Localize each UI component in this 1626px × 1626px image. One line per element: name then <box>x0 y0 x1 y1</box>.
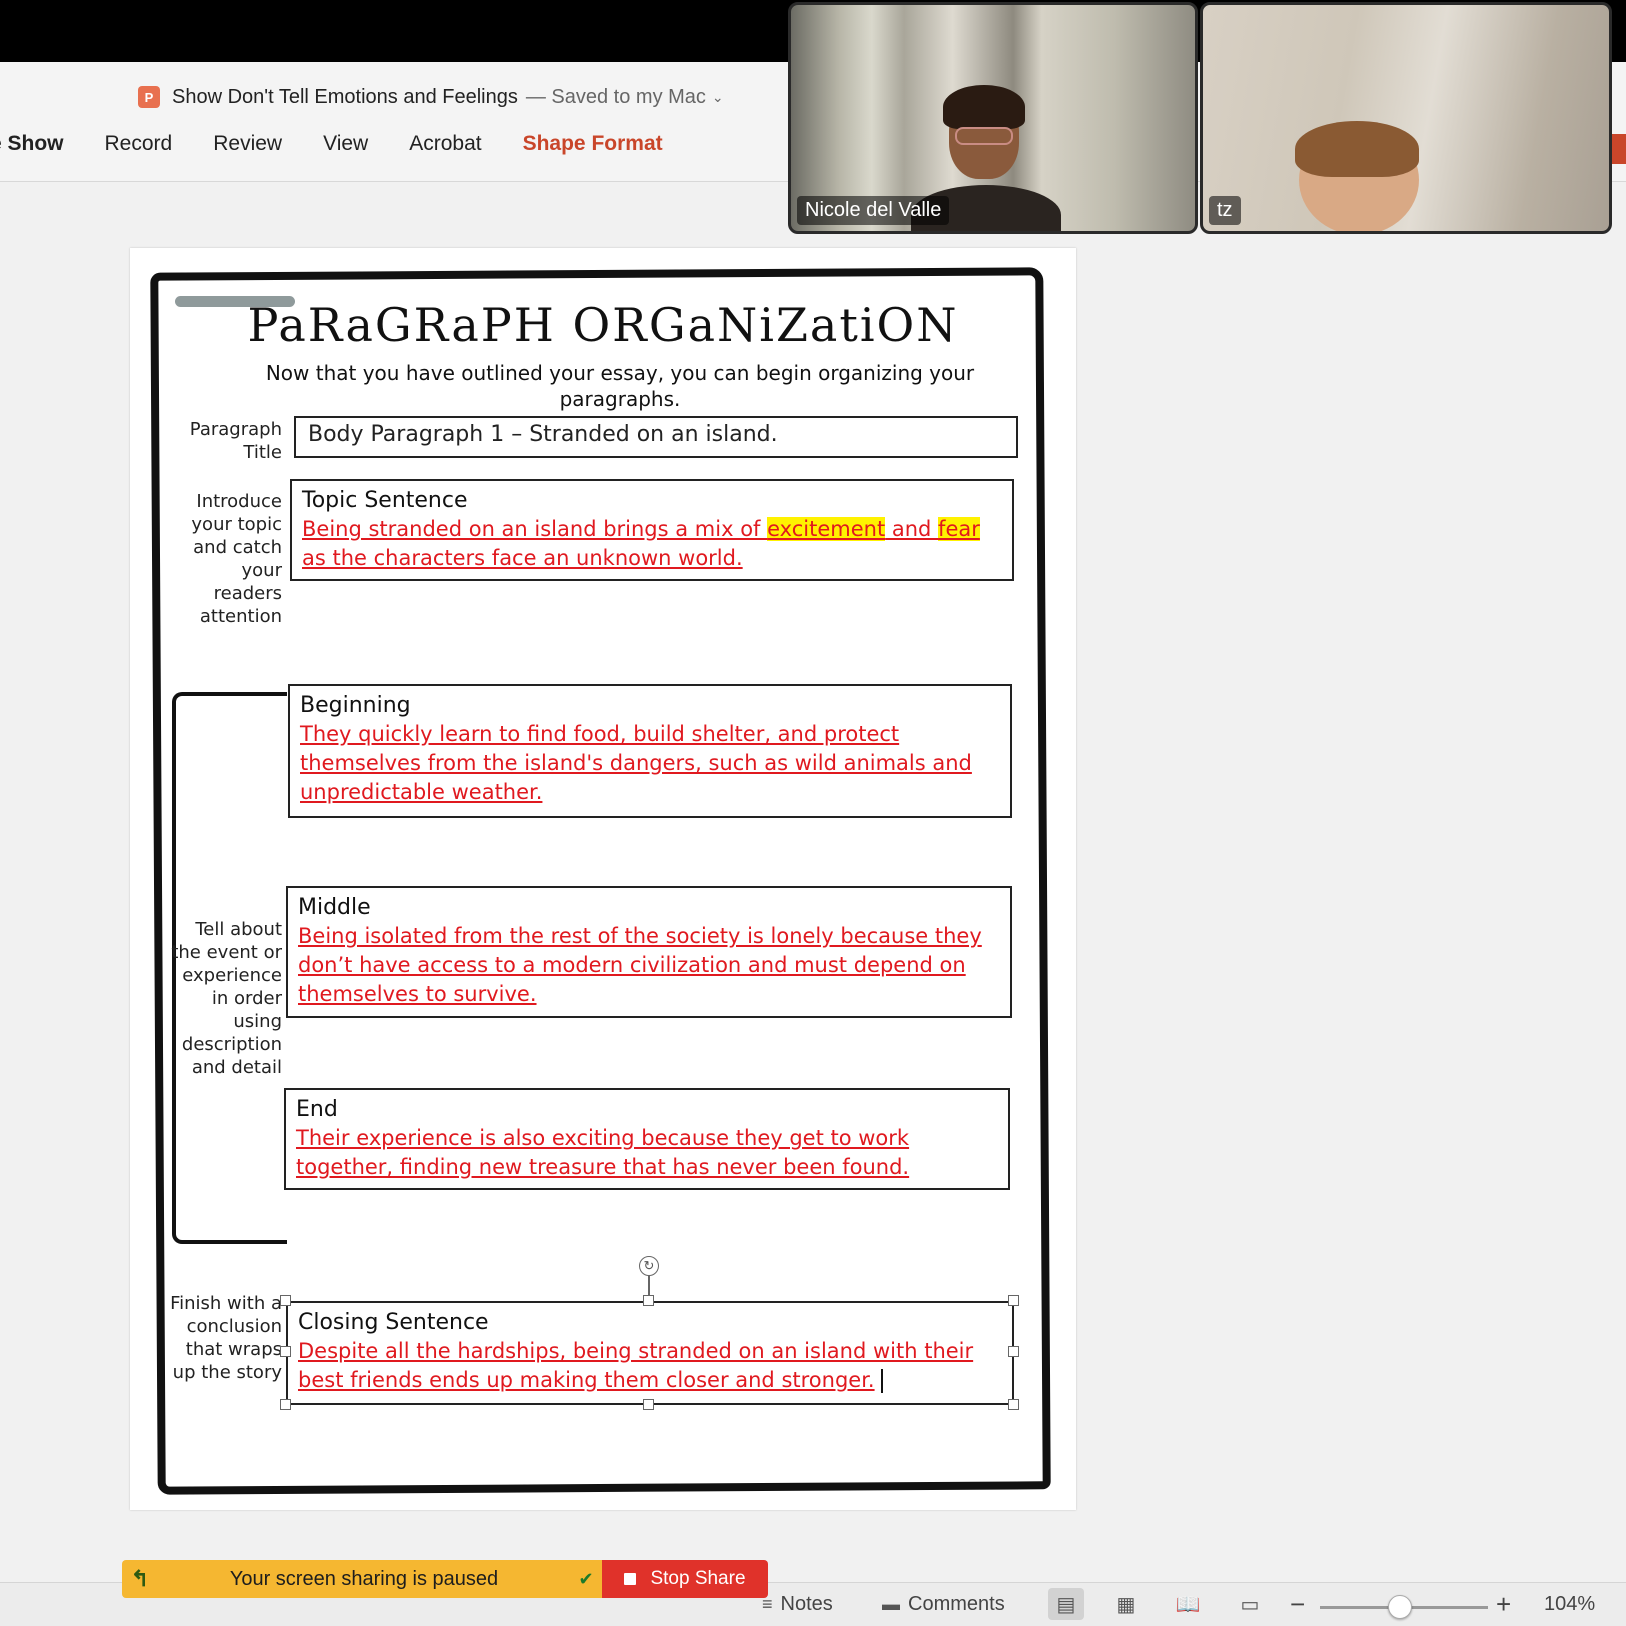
slide-sorter-button[interactable]: ▦ <box>1108 1588 1144 1620</box>
closing-sentence-box[interactable]: Closing Sentence Despite all the hardshi… <box>286 1301 1014 1405</box>
tell-label: Tell about the event or experience in or… <box>171 919 282 1078</box>
reading-view-icon: 📖 <box>1175 1593 1201 1616</box>
tab-view[interactable]: View <box>323 132 368 156</box>
zoom-out-button[interactable]: − <box>1290 1589 1305 1620</box>
end-box[interactable]: End Their experience is also exciting be… <box>284 1088 1010 1190</box>
resize-handle-r[interactable] <box>1008 1346 1019 1357</box>
resize-handle-tl[interactable] <box>280 1295 291 1306</box>
topic-sentence-text: Being stranded on an island brings a mix… <box>302 517 980 570</box>
ribbon-tabs: e Show Record Review View Acrobat Shape … <box>0 132 704 156</box>
topic-sentence-label: Topic Sentence <box>302 488 468 513</box>
share-paused-message: Your screen sharing is paused <box>229 1567 499 1590</box>
slide-title: PaRaGRaPH ORGaNiZatiON <box>247 298 959 352</box>
zoom-in-button[interactable]: + <box>1496 1589 1511 1620</box>
notes-label: Notes <box>780 1593 833 1615</box>
stop-share-button[interactable]: Stop Share <box>602 1560 768 1598</box>
middle-label: Middle <box>298 895 371 920</box>
participant-name: tz <box>1209 196 1241 225</box>
comments-label: Comments <box>908 1593 1005 1615</box>
slide-sorter-icon: ▦ <box>1116 1593 1136 1616</box>
end-text: Their experience is also exciting becaus… <box>296 1126 910 1179</box>
resize-handle-l[interactable] <box>280 1346 291 1357</box>
screen-share-paused-bar: ↰ Your screen sharing is paused ✔ <box>122 1560 602 1598</box>
finish-label: Finish with a conclusion that wraps up t… <box>170 1293 282 1383</box>
resize-handle-tr[interactable] <box>1008 1295 1019 1306</box>
paragraph-title-box[interactable]: Body Paragraph 1 – Stranded on an island… <box>294 416 1018 458</box>
beginning-label: Beginning <box>300 693 411 718</box>
video-tile-tz[interactable]: tz <box>1200 2 1612 234</box>
topic-sentence-box[interactable]: Topic Sentence Being stranded on an isla… <box>290 479 1014 581</box>
middle-text: Being isolated from the rest of the soci… <box>298 924 982 1006</box>
normal-view-button[interactable]: ▤ <box>1048 1588 1084 1620</box>
resize-handle-br[interactable] <box>1008 1399 1019 1410</box>
document-title: Show Don't Tell Emotions and Feelings <box>172 85 518 108</box>
middle-box[interactable]: Middle Being isolated from the rest of t… <box>286 886 1012 1018</box>
zoom-level[interactable]: 104% <box>1544 1593 1595 1616</box>
tab-record[interactable]: Record <box>105 132 173 156</box>
paragraph-title-value: Body Paragraph 1 – Stranded on an island… <box>308 422 778 447</box>
beginning-text: They quickly learn to find food, build s… <box>300 722 972 804</box>
zoom-slider-knob[interactable] <box>1388 1595 1412 1619</box>
closing-sentence-text: Despite all the hardships, being strande… <box>298 1339 974 1393</box>
comments-button[interactable]: ▬ Comments <box>882 1593 1005 1616</box>
tab-acrobat[interactable]: Acrobat <box>409 132 481 156</box>
paragraph-title-label: Paragraph Title <box>189 419 282 463</box>
text-cursor <box>880 1369 883 1393</box>
slide-subtitle: Now that you have outlined your essay, y… <box>265 361 975 411</box>
beginning-box[interactable]: Beginning They quickly learn to find foo… <box>288 684 1012 818</box>
resize-handle-b[interactable] <box>643 1399 654 1410</box>
stop-share-label: Stop Share <box>650 1568 746 1589</box>
rotate-icon[interactable]: ↻ <box>639 1256 659 1276</box>
tab-slide-show[interactable]: e Show <box>0 132 64 156</box>
participant-name: Nicole del Valle <box>797 196 950 225</box>
introduce-label: Introduce your topic and catch your read… <box>191 491 282 627</box>
end-label: End <box>296 1097 338 1122</box>
comment-icon: ▬ <box>882 1594 900 1614</box>
closing-sentence-label: Closing Sentence <box>298 1310 489 1335</box>
notes-button[interactable]: ≡ Notes <box>762 1593 833 1616</box>
document-title-bar[interactable]: P Show Don't Tell Emotions and Feelings … <box>138 82 724 112</box>
presenter-icon: ▭ <box>1240 1593 1260 1616</box>
resize-handle-t[interactable] <box>643 1295 654 1306</box>
reading-view-button[interactable]: 📖 <box>1170 1588 1206 1620</box>
slide-canvas[interactable]: PaRaGRaPH ORGaNiZatiON Now that you have… <box>130 248 1076 1510</box>
chevron-down-icon[interactable]: ⌄ <box>712 89 724 106</box>
resize-handle-bl[interactable] <box>280 1399 291 1410</box>
saved-status: — Saved to my Mac <box>525 85 706 108</box>
powerpoint-file-icon: P <box>138 86 160 108</box>
normal-view-icon: ▤ <box>1056 1593 1076 1616</box>
shield-check-icon[interactable]: ✔ <box>570 1569 602 1590</box>
slide-show-button[interactable]: ▭ <box>1232 1588 1268 1620</box>
video-tile-nicole[interactable]: Nicole del Valle <box>788 2 1198 234</box>
tab-shape-format[interactable]: Shape Format <box>523 132 663 156</box>
share-arrow-icon[interactable]: ↰ <box>122 1566 158 1592</box>
tab-review[interactable]: Review <box>213 132 282 156</box>
stop-icon <box>624 1573 637 1585</box>
